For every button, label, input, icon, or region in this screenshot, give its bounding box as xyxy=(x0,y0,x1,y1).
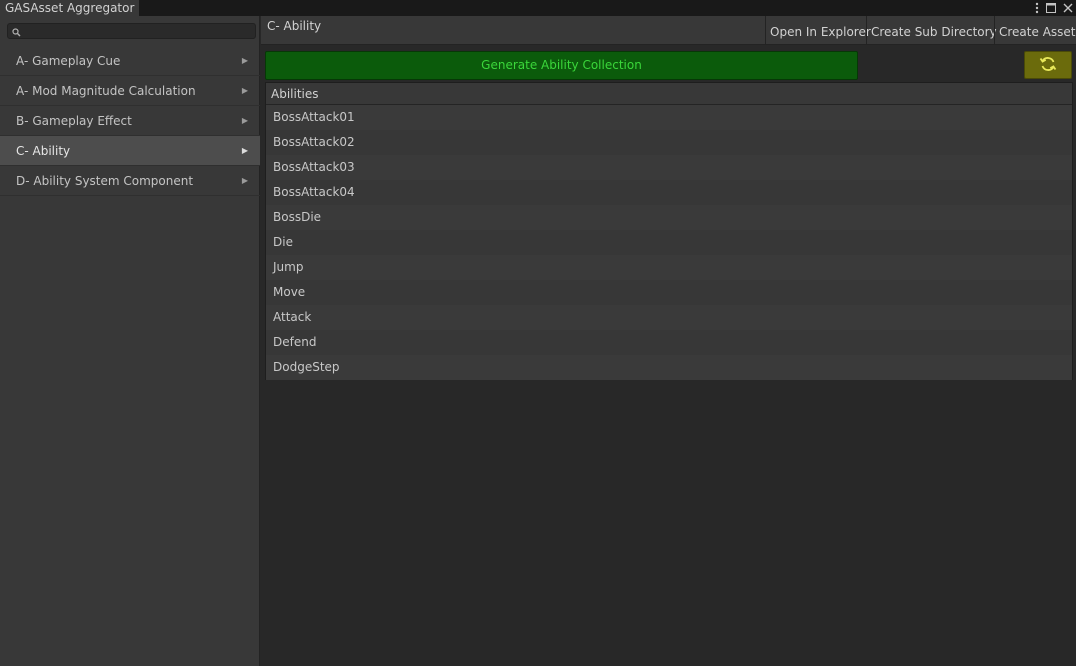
list-item[interactable]: BossAttack02 xyxy=(266,130,1072,155)
sidebar-menu: A- Gameplay Cue ▶ A- Mod Magnitude Calcu… xyxy=(0,46,260,196)
list-item[interactable]: BossAttack03 xyxy=(266,155,1072,180)
list-item[interactable]: Defend xyxy=(266,330,1072,355)
create-sub-directory-button[interactable]: Create Sub Directory xyxy=(866,16,997,45)
sidebar-item-label: A- Gameplay Cue xyxy=(16,54,121,68)
generate-ability-collection-button[interactable]: Generate Ability Collection xyxy=(265,51,858,80)
search-icon xyxy=(12,26,21,40)
sidebar-item-mod-magnitude-calculation[interactable]: A- Mod Magnitude Calculation ▶ xyxy=(0,76,260,106)
toolbar: C- Ability Open In Explorer Create Sub D… xyxy=(261,16,1076,45)
list-item[interactable]: DodgeStep xyxy=(266,355,1072,380)
sidebar-item-label: D- Ability System Component xyxy=(16,174,194,188)
list-item[interactable]: BossDie xyxy=(266,205,1072,230)
abilities-list: Abilities BossAttack01 BossAttack02 Boss… xyxy=(265,82,1073,380)
window-titlebar: GASAsset Aggregator xyxy=(0,0,1076,16)
chevron-right-icon: ▶ xyxy=(241,146,248,155)
sidebar-item-label: B- Gameplay Effect xyxy=(16,114,132,128)
list-header: Abilities xyxy=(266,83,1072,105)
sidebar: A- Gameplay Cue ▶ A- Mod Magnitude Calcu… xyxy=(0,16,260,666)
chevron-right-icon: ▶ xyxy=(241,56,248,65)
search-box[interactable] xyxy=(7,23,256,39)
page-title: C- Ability xyxy=(267,19,322,33)
more-icon[interactable] xyxy=(1035,2,1039,14)
chevron-right-icon: ▶ xyxy=(241,116,248,125)
list-item[interactable]: Move xyxy=(266,280,1072,305)
refresh-button[interactable] xyxy=(1024,51,1072,79)
main-panel: C- Ability Open In Explorer Create Sub D… xyxy=(261,16,1076,666)
list-item[interactable]: Attack xyxy=(266,305,1072,330)
sidebar-item-label: C- Ability xyxy=(16,144,71,158)
list-item[interactable]: Jump xyxy=(266,255,1072,280)
sidebar-item-ability[interactable]: C- Ability ▶ xyxy=(0,136,260,166)
close-icon[interactable] xyxy=(1063,3,1073,13)
list-item[interactable]: BossAttack04 xyxy=(266,180,1072,205)
maximize-icon[interactable] xyxy=(1046,3,1056,13)
chevron-right-icon: ▶ xyxy=(241,86,248,95)
sidebar-item-gameplay-cue[interactable]: A- Gameplay Cue ▶ xyxy=(0,46,260,76)
create-asset-button[interactable]: Create Asset xyxy=(994,16,1076,45)
search-input[interactable] xyxy=(24,24,254,38)
chevron-right-icon: ▶ xyxy=(241,176,248,185)
open-in-explorer-button[interactable]: Open In Explorer xyxy=(765,16,871,45)
window-tab[interactable]: GASAsset Aggregator xyxy=(0,0,139,16)
window-controls xyxy=(1035,0,1073,16)
list-item[interactable]: BossAttack01 xyxy=(266,105,1072,130)
refresh-icon xyxy=(1039,55,1057,76)
sidebar-item-ability-system-component[interactable]: D- Ability System Component ▶ xyxy=(0,166,260,196)
sidebar-item-label: A- Mod Magnitude Calculation xyxy=(16,84,196,98)
list-item[interactable]: Die xyxy=(266,230,1072,255)
list-body: BossAttack01 BossAttack02 BossAttack03 B… xyxy=(266,105,1072,380)
sidebar-item-gameplay-effect[interactable]: B- Gameplay Effect ▶ xyxy=(0,106,260,136)
